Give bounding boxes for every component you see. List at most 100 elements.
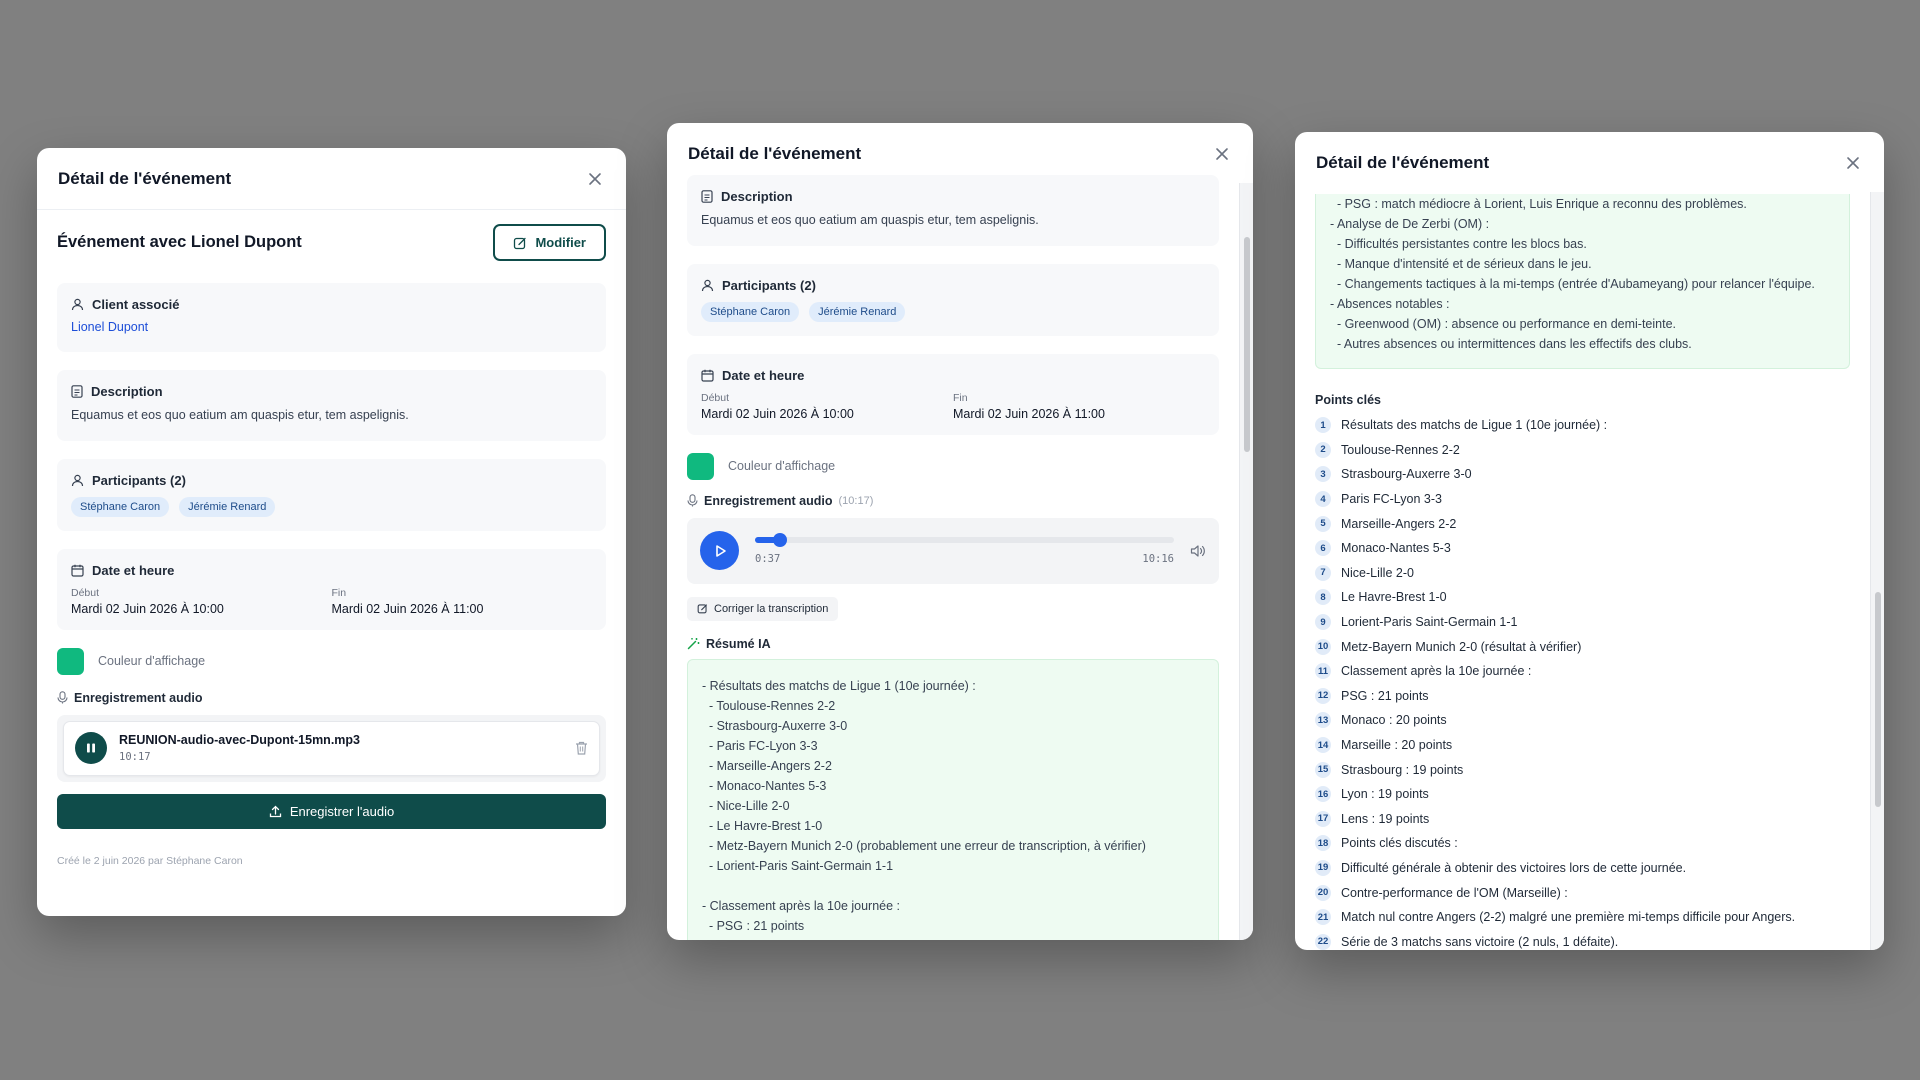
key-point-number: 17 — [1315, 810, 1331, 827]
participants-heading-row: Participants (2) — [71, 473, 592, 488]
key-point-item: 13 Monaco : 20 points — [1315, 708, 1850, 733]
start-value: Mardi 02 Juin 2026 À 10:00 — [71, 601, 224, 616]
key-point-number: 10 — [1315, 638, 1331, 655]
trash-icon — [576, 741, 587, 755]
modal-header: Détail de l'événement — [1295, 132, 1884, 194]
close-icon[interactable] — [1843, 153, 1863, 173]
key-point-item: 22 Série de 3 matchs sans victoire (2 nul… — [1315, 929, 1850, 950]
modal-title: Détail de l'événement — [1316, 153, 1490, 172]
close-icon[interactable] — [585, 169, 605, 189]
modal-header: Détail de l'événement — [37, 148, 626, 210]
play-icon — [715, 544, 726, 557]
color-label: Couleur d'affichage — [98, 654, 206, 668]
edit-icon — [514, 237, 527, 249]
magic-wand-icon — [687, 638, 700, 650]
key-point-item: 15 Strasbourg : 19 points — [1315, 757, 1850, 782]
key-point-number: 15 — [1315, 761, 1331, 778]
description-heading: Description — [91, 384, 163, 399]
key-point-text: Lorient-Paris Saint-Germain 1-1 — [1341, 615, 1518, 630]
key-point-item: 11 Classement après la 10e journée : — [1315, 659, 1850, 684]
pause-button[interactable] — [75, 732, 107, 764]
audio-duration-hint: (10:17) — [838, 494, 874, 507]
color-swatch[interactable] — [57, 647, 84, 675]
microphone-icon — [57, 691, 68, 704]
event-title-row: Événement avec Lionel Dupont Modifier — [37, 210, 626, 283]
key-point-item: 10 Metz-Bayern Munich 2-0 (résultat à vér… — [1315, 634, 1850, 659]
modal-title: Détail de l'événement — [58, 168, 232, 188]
description-text: Equamus et eos quo eatium am quaspis etu… — [71, 408, 409, 422]
participant-chips: Stéphane Caron Jérémie Renard — [71, 496, 592, 517]
key-point-number: 22 — [1315, 933, 1331, 950]
datetime-heading: Date et heure — [92, 562, 175, 578]
client-card: Client associé Lionel Dupont — [57, 283, 606, 352]
progress-track[interactable] — [755, 532, 1174, 547]
microphone-icon — [687, 494, 698, 507]
client-link[interactable]: Lionel Dupont — [71, 320, 148, 334]
document-icon — [701, 190, 713, 203]
description-text: Equamus et eos quo eatium am quaspis etu… — [701, 213, 1039, 227]
start-value: Mardi 02 Juin 2026 À 10:00 — [701, 406, 854, 421]
close-icon[interactable] — [1212, 144, 1232, 164]
volume-button[interactable] — [1190, 544, 1206, 558]
start-label: Début — [701, 391, 730, 404]
key-point-item: 1 Résultats des matchs de Ligue 1 (10e jo… — [1315, 413, 1850, 438]
document-icon — [71, 385, 83, 398]
color-swatch[interactable] — [687, 452, 714, 480]
key-point-number: 1 — [1315, 417, 1331, 434]
key-point-item: 21 Match nul contre Angers (2-2) malgré u… — [1315, 905, 1850, 930]
key-point-number: 18 — [1315, 835, 1331, 852]
scrollbar-track[interactable] — [1870, 192, 1884, 950]
key-point-item: 17 Lens : 19 points — [1315, 807, 1850, 832]
ai-summary-text: - Résultats des matchs de Ligue 1 (10e j… — [687, 658, 1219, 940]
key-point-text: PSG : 21 points — [1341, 688, 1429, 703]
key-point-number: 21 — [1315, 909, 1331, 926]
progress-handle[interactable] — [773, 532, 788, 547]
key-point-text: Monaco-Nantes 5-3 — [1341, 541, 1451, 556]
key-point-text: Monaco : 20 points — [1341, 713, 1447, 728]
key-point-text: Marseille : 20 points — [1341, 738, 1453, 753]
upload-icon — [269, 805, 281, 817]
audio-file-container: REUNION-audio-avec-Dupont-15mn.mp3 10:17 — [57, 714, 606, 782]
key-point-item: 2 Toulouse-Rennes 2-2 — [1315, 438, 1850, 463]
participants-heading: Participants (2) — [722, 277, 816, 293]
display-color-row: Couleur d'affichage — [687, 452, 1219, 480]
event-detail-modal-1: Détail de l'événement Événement avec Lio… — [37, 148, 626, 916]
key-point-item: 16 Lyon : 19 points — [1315, 782, 1850, 807]
play-button[interactable] — [700, 531, 739, 570]
description-heading-row: Description — [71, 384, 592, 399]
start-label: Début — [71, 586, 100, 599]
key-points-heading: Points clés — [1315, 393, 1381, 407]
key-point-text: Lens : 19 points — [1341, 811, 1430, 826]
end-value: Mardi 02 Juin 2026 À 11:00 — [331, 601, 484, 616]
key-point-text: Nice-Lille 2-0 — [1341, 565, 1414, 580]
end-value: Mardi 02 Juin 2026 À 11:00 — [953, 406, 1105, 421]
ai-summary-heading: Résumé IA — [706, 636, 771, 651]
calendar-icon — [71, 564, 84, 577]
key-point-text: Lyon : 19 points — [1341, 787, 1429, 802]
datetime-heading: Date et heure — [722, 367, 805, 383]
key-point-text: Classement après la 10e journée : — [1341, 664, 1532, 679]
calendar-icon — [701, 369, 714, 382]
player-current-time: 0:37 — [755, 552, 781, 565]
audio-player: 0:37 10:16 — [687, 517, 1219, 584]
audio-heading-row: Enregistrement audio (10:17) — [687, 494, 1219, 508]
audio-heading: Enregistrement audio — [74, 690, 203, 705]
key-point-item: 9 Lorient-Paris Saint-Germain 1-1 — [1315, 610, 1850, 635]
record-audio-button[interactable]: Enregistrer l'audio — [57, 793, 606, 829]
key-point-item: 12 PSG : 21 points — [1315, 684, 1850, 709]
scrollbar-thumb[interactable] — [1244, 237, 1250, 452]
key-point-item: 3 Strasbourg-Auxerre 3-0 — [1315, 462, 1850, 487]
key-point-number: 20 — [1315, 884, 1331, 901]
modify-button[interactable]: Modifier — [493, 224, 606, 261]
key-point-number: 13 — [1315, 712, 1331, 729]
datetime-grid: Début Mardi 02 Juin 2026 À 10:00 Fin Mar… — [71, 587, 592, 616]
scrollbar-track[interactable] — [1239, 183, 1253, 940]
delete-audio-button[interactable] — [575, 741, 588, 755]
correct-transcription-button[interactable]: Corriger la transcription — [687, 596, 839, 621]
user-icon — [71, 298, 84, 311]
key-point-text: Résultats des matchs de Ligue 1 (10e jou… — [1341, 418, 1608, 433]
audio-file-name: REUNION-audio-avec-Dupont-15mn.mp3 — [119, 733, 360, 747]
scrollbar-thumb[interactable] — [1875, 592, 1881, 807]
end-label: Fin — [953, 391, 968, 404]
start-block: Début Mardi 02 Juin 2026 À 10:00 — [71, 587, 332, 616]
